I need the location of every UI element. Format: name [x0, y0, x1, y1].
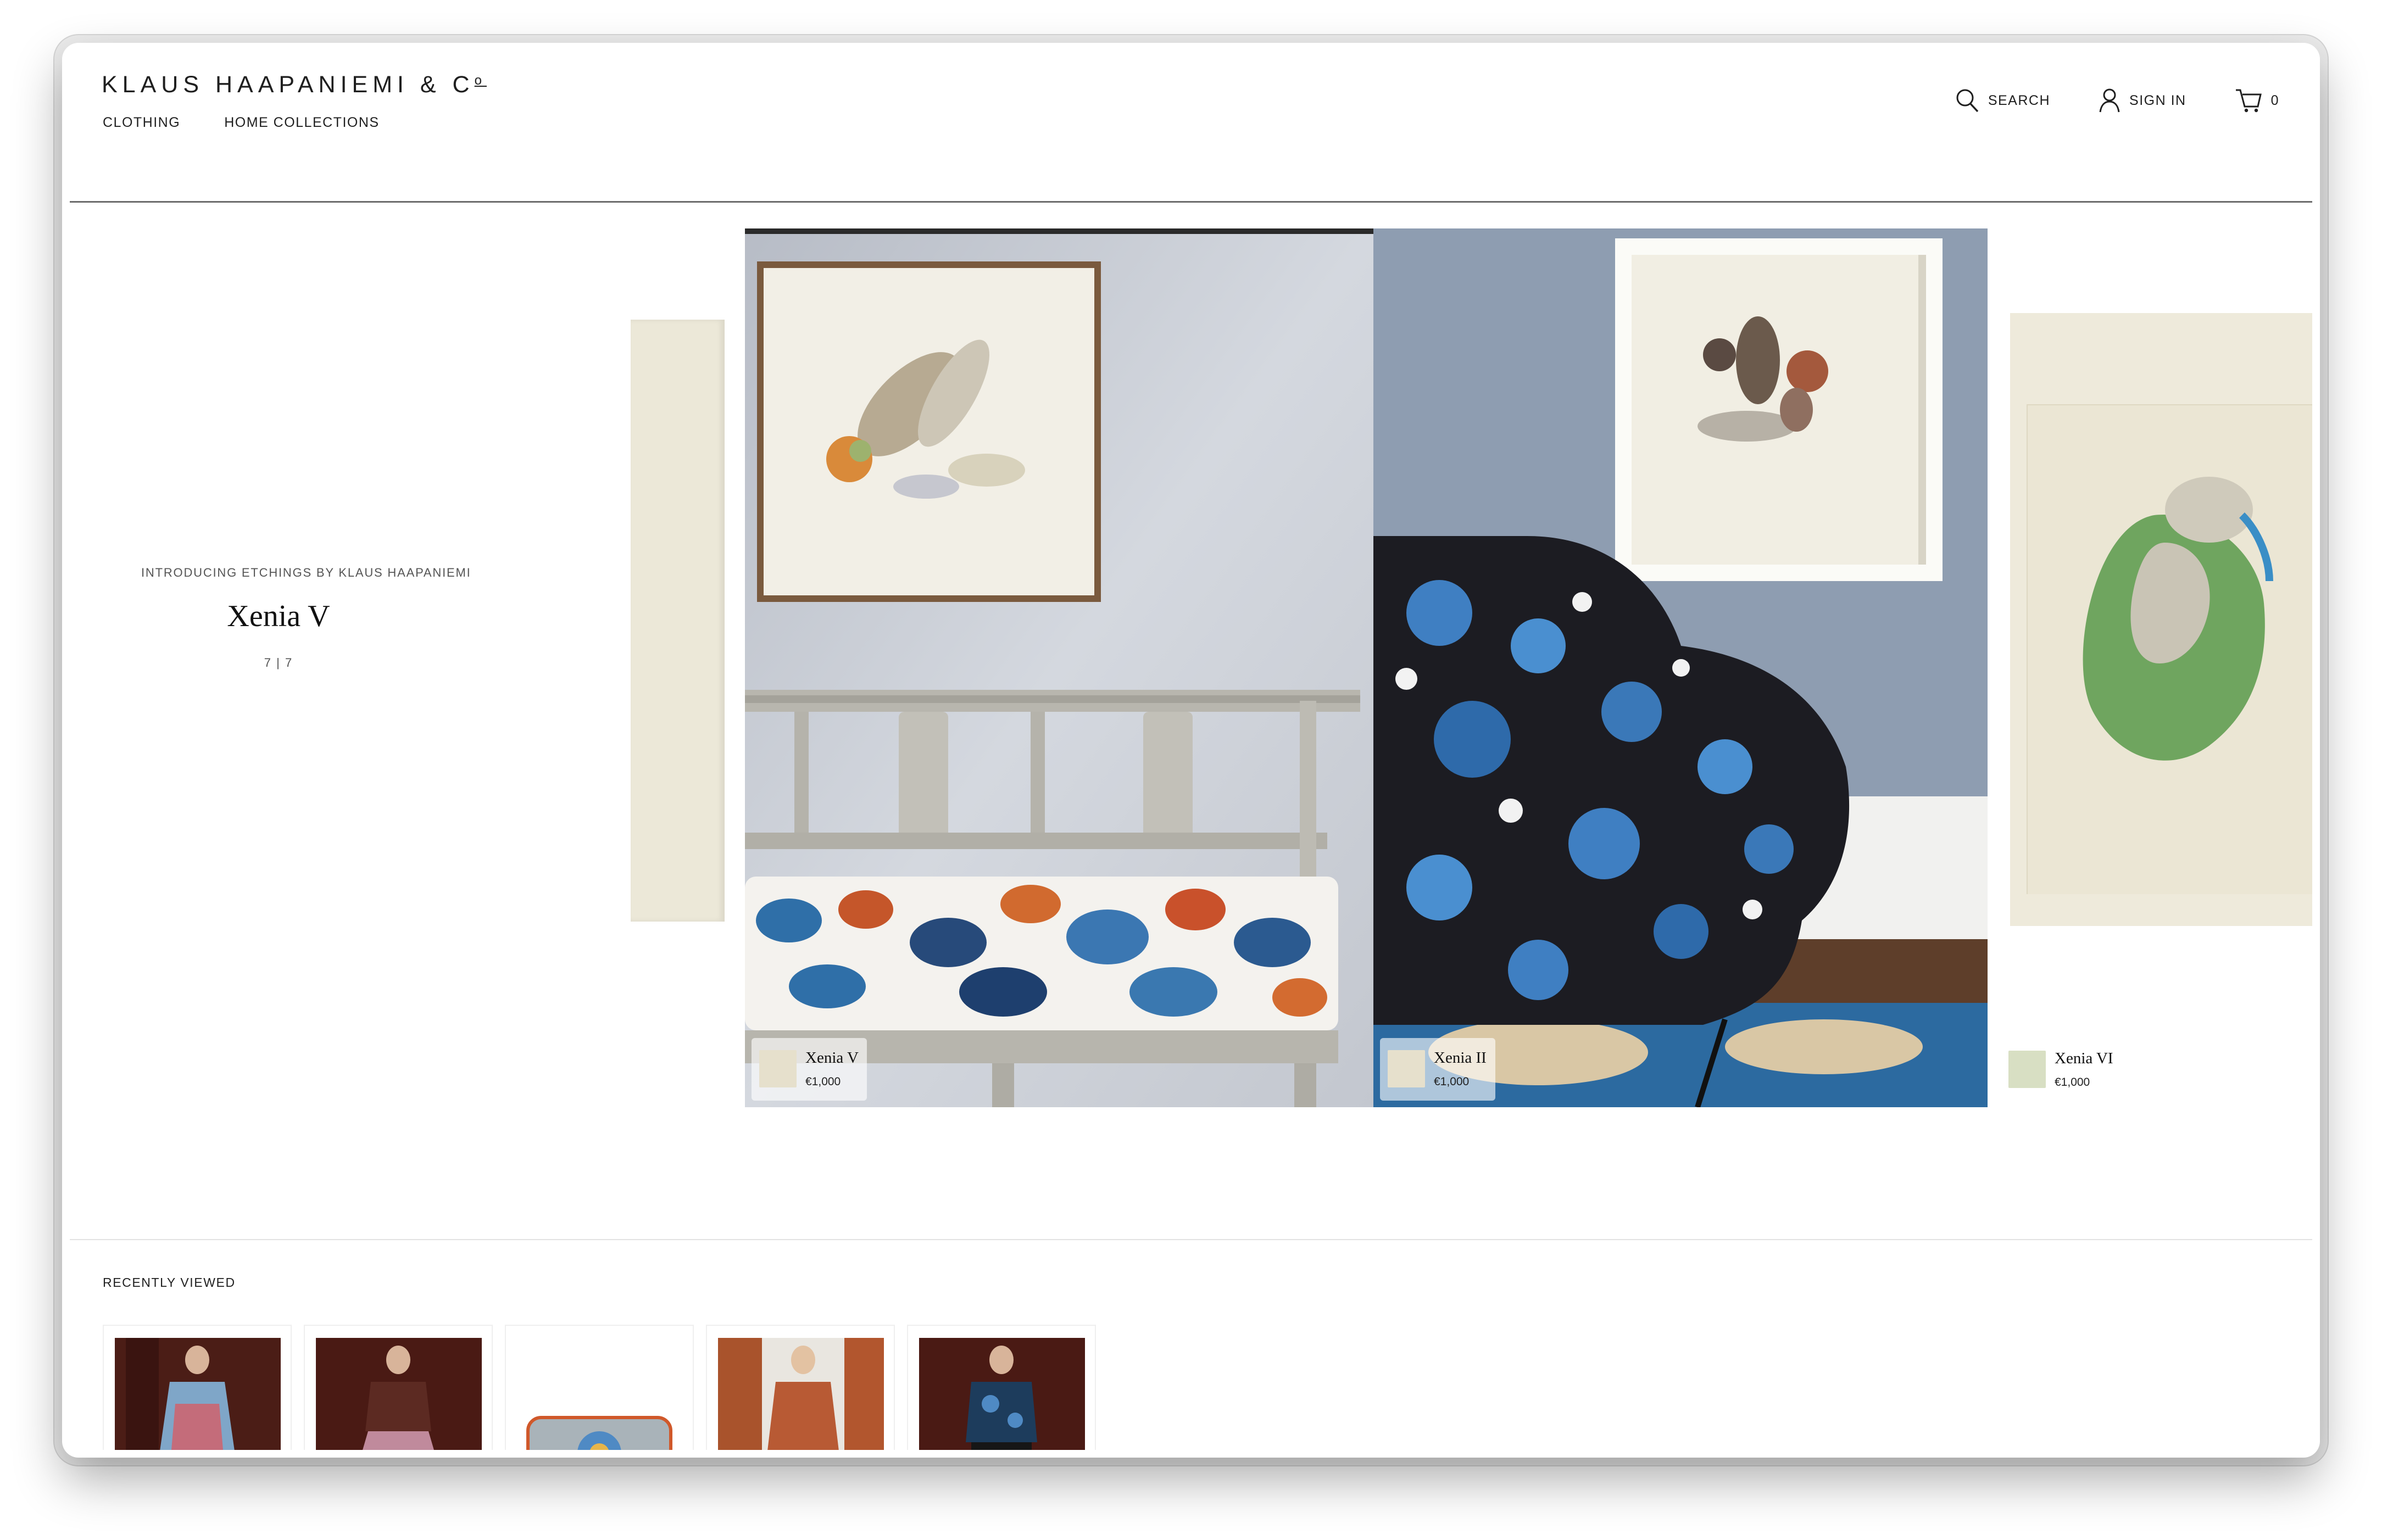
header-tools: SEARCH SIGN IN 0	[1955, 88, 2279, 113]
brand-logo[interactable]: KLAUS HAAPANIEMI & Co	[102, 71, 487, 98]
page: KLAUS HAAPANIEMI & Co CLOTHING HOME COLL…	[70, 51, 2312, 1450]
product-name: Xenia V	[805, 1049, 859, 1067]
product-card-xenia-ii[interactable]: Xenia II €1,000	[1380, 1038, 1495, 1101]
logo-text: KLAUS HAAPANIEMI & C	[102, 71, 475, 98]
search-icon	[1955, 88, 1979, 113]
cart-icon	[2235, 88, 2262, 113]
product-price: €1,000	[805, 1075, 841, 1088]
product-card-inner: Xenia VI €1,000	[2001, 1039, 2116, 1101]
recently-viewed-title: RECENTLY VIEWED	[103, 1275, 236, 1290]
cart-count: 0	[2270, 92, 2279, 108]
next-slide[interactable]	[2010, 313, 2312, 926]
recently-viewed-item[interactable]	[907, 1325, 1096, 1450]
recently-viewed-item[interactable]	[706, 1325, 895, 1450]
slide-xenia-ii[interactable]: Xenia II €1,000	[1373, 228, 1988, 1107]
armchair-photo	[1373, 228, 1988, 1107]
main-nav: CLOTHING HOME COLLECTIONS	[103, 115, 380, 131]
browser-window: KLAUS HAAPANIEMI & Co CLOTHING HOME COLL…	[62, 43, 2320, 1458]
product-name: Xenia II	[1434, 1049, 1487, 1067]
section-divider	[70, 1239, 2312, 1240]
product-price: €1,000	[2055, 1076, 2090, 1089]
bench-photo	[745, 228, 1373, 1107]
cart-button[interactable]: 0	[2235, 88, 2279, 113]
slide-counter: 7 | 7	[264, 656, 293, 669]
hero-kicker: INTRODUCING ETCHINGS BY KLAUS HAAPANIEMI	[141, 566, 471, 579]
nav-clothing[interactable]: CLOTHING	[103, 115, 180, 131]
logo-sup: o	[474, 73, 487, 88]
nav-home-collections[interactable]: HOME COLLECTIONS	[224, 115, 379, 131]
search-label: SEARCH	[1988, 92, 2051, 108]
etching-octopus	[2027, 404, 2312, 894]
sign-in-label: SIGN IN	[2129, 92, 2186, 108]
slide-xenia-v[interactable]: Xenia V €1,000	[745, 228, 1373, 1107]
product-name: Xenia VI	[2055, 1050, 2113, 1067]
product-photo	[517, 1338, 683, 1450]
user-icon	[2099, 88, 2121, 113]
product-photo	[316, 1338, 482, 1450]
product-thumbnail	[1388, 1050, 1425, 1087]
recently-viewed-item[interactable]	[304, 1325, 493, 1450]
recently-viewed-item[interactable]	[505, 1325, 694, 1450]
product-photo	[919, 1338, 1085, 1450]
product-card-xenia-vi[interactable]: Xenia VI €1,000	[2001, 1039, 2144, 1101]
product-card-xenia-v[interactable]: Xenia V €1,000	[752, 1038, 867, 1101]
sign-in-button[interactable]: SIGN IN	[2099, 88, 2186, 113]
product-photo	[115, 1338, 281, 1450]
previous-slide[interactable]	[631, 320, 725, 922]
product-photo	[718, 1338, 884, 1450]
product-thumbnail	[2008, 1051, 2046, 1088]
hero-title: Xenia V	[227, 599, 330, 633]
recently-viewed-list	[103, 1325, 1096, 1450]
site-header: KLAUS HAAPANIEMI & Co CLOTHING HOME COLL…	[70, 51, 2312, 203]
recently-viewed-item[interactable]	[103, 1325, 292, 1450]
product-thumbnail	[759, 1050, 797, 1087]
product-price: €1,000	[1434, 1075, 1470, 1088]
hero-intro: INTRODUCING ETCHINGS BY KLAUS HAAPANIEMI…	[141, 566, 471, 670]
search-button[interactable]: SEARCH	[1955, 88, 2050, 113]
